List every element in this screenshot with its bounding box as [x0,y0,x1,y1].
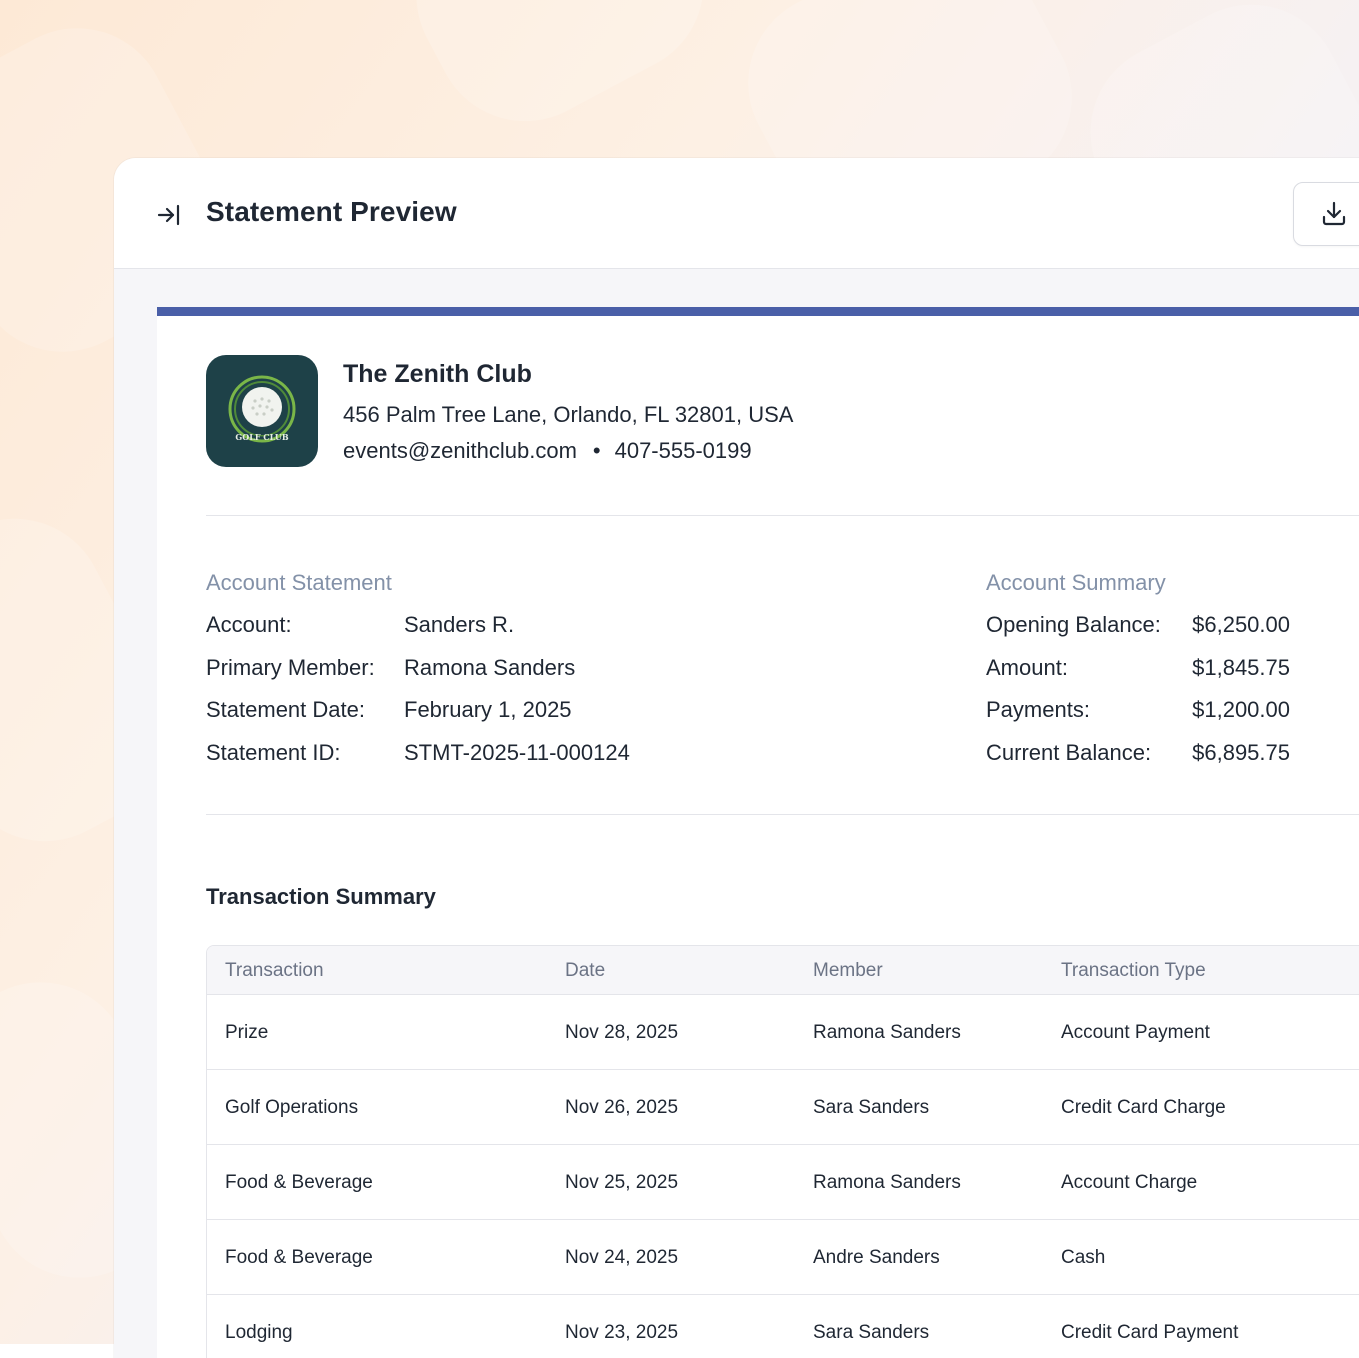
statement-value: STMT-2025-11-000124 [404,740,630,765]
summary-key: Payments: [986,697,1090,722]
transaction-table: Transaction Date Member Transaction Type… [206,945,1359,1358]
summary-value: $6,250.00 [1192,612,1290,637]
summary-key: Opening Balance: [986,612,1161,637]
statement-row-id: Statement ID: STMT-2025-11-000124 [206,740,706,770]
cell-member: Andre Sanders [813,1247,940,1268]
club-address: 456 Palm Tree Lane, Orlando, FL 32801, U… [343,402,794,427]
summary-row-current-balance: Current Balance: $6,895.75 [986,740,1290,770]
club-phone: 407-555-0199 [614,438,752,463]
club-name: The Zenith Club [343,360,532,388]
summary-row-opening-balance: Opening Balance: $6,250.00 [986,612,1290,642]
cell-transaction: Food & Beverage [225,1172,373,1193]
cell-transaction: Prize [225,1022,269,1043]
summary-key: Amount: [986,655,1068,680]
summary-value: $6,895.75 [1192,740,1290,765]
summary-value: $1,845.75 [1192,655,1290,680]
statement-key: Statement Date: [206,697,365,722]
account-statement-label: Account Statement [206,570,392,595]
club-contact: events@zenithclub.com • 407-555-0199 [343,438,752,464]
statement-preview-panel: Statement Preview GOLF CLUB The Zenith C… [114,158,1359,1358]
club-email: events@zenithclub.com [343,438,577,463]
cell-transaction: Golf Operations [225,1097,359,1118]
cell-member: Ramona Sanders [813,1172,961,1193]
table-row[interactable]: Food & Beverage Nov 25, 2025 Ramona Sand… [207,1145,1359,1220]
statement-value: Sanders R. [404,612,515,637]
panel-header: Statement Preview [114,158,1359,269]
cell-date: Nov 25, 2025 [565,1172,679,1193]
column-header-transaction[interactable]: Transaction [225,960,324,982]
cell-transaction-type: Account Charge [1061,1172,1198,1193]
transaction-summary-title: Transaction Summary [206,884,436,909]
cell-member: Ramona Sanders [813,1022,961,1043]
table-row[interactable]: Food & Beverage Nov 24, 2025 Andre Sande… [207,1220,1359,1295]
cell-transaction: Lodging [225,1322,293,1343]
cell-date: Nov 24, 2025 [565,1247,679,1268]
cell-date: Nov 26, 2025 [565,1097,679,1118]
cell-member: Sara Sanders [813,1322,930,1343]
table-header: Transaction Date Member Transaction Type [207,946,1359,995]
cell-transaction-type: Account Payment [1061,1022,1210,1043]
logo-text: GOLF CLUB [235,432,289,442]
table-row[interactable]: Golf Operations Nov 26, 2025 Sara Sander… [207,1070,1359,1145]
cell-date: Nov 23, 2025 [565,1322,679,1343]
statement-row-account: Account: Sanders R. [206,612,706,642]
download-icon [1322,201,1346,226]
statement-key: Account: [206,612,292,637]
cell-transaction: Food & Beverage [225,1247,373,1268]
summary-row-payments: Payments: $1,200.00 [986,697,1290,727]
contact-separator: • [592,438,601,463]
column-header-date[interactable]: Date [565,960,605,982]
page-title: Statement Preview [206,196,457,227]
club-logo: GOLF CLUB [206,355,318,467]
table-row[interactable]: Prize Nov 28, 2025 Ramona Sanders Accoun… [207,995,1359,1070]
statement-key: Primary Member: [206,655,375,680]
summary-key: Current Balance: [986,740,1152,765]
download-button[interactable] [1293,182,1359,246]
divider [206,814,1359,815]
summary-value: $1,200.00 [1192,697,1290,722]
cell-transaction-type: Credit Card Charge [1061,1097,1226,1118]
divider [206,515,1359,516]
cell-transaction-type: Credit Card Payment [1061,1322,1239,1343]
statement-value: February 1, 2025 [404,697,572,722]
statement-row-primary-member: Primary Member: Ramona Sanders [206,655,706,685]
summary-row-amount: Amount: $1,845.75 [986,655,1290,685]
account-summary-label: Account Summary [986,570,1166,595]
collapse-right-icon[interactable] [156,202,182,228]
statement-value: Ramona Sanders [404,655,576,680]
cell-transaction-type: Cash [1061,1247,1106,1268]
statement-key: Statement ID: [206,740,341,765]
table-row[interactable]: Lodging Nov 23, 2025 Sara Sanders Credit… [207,1295,1359,1358]
column-header-transaction-type[interactable]: Transaction Type [1061,960,1206,982]
statement-row-date: Statement Date: February 1, 2025 [206,697,706,727]
column-header-member[interactable]: Member [813,960,883,982]
statement-document: GOLF CLUB The Zenith Club 456 Palm Tree … [157,307,1359,1358]
cell-member: Sara Sanders [813,1097,930,1118]
cell-date: Nov 28, 2025 [565,1022,679,1043]
